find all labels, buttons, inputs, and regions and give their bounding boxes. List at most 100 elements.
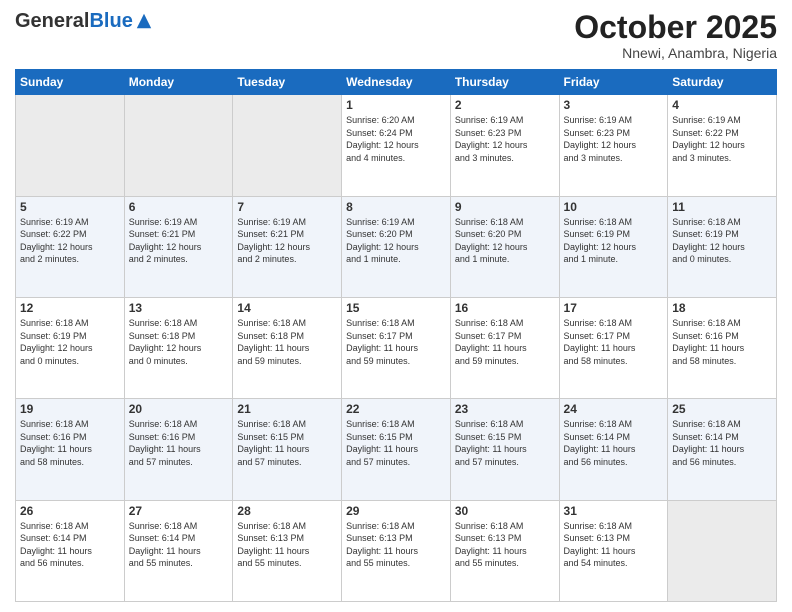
day-info: Sunrise: 6:18 AM Sunset: 6:20 PM Dayligh…	[455, 216, 555, 266]
table-row: 29Sunrise: 6:18 AM Sunset: 6:13 PM Dayli…	[342, 500, 451, 601]
day-number: 24	[564, 402, 664, 416]
day-number: 28	[237, 504, 337, 518]
day-info: Sunrise: 6:18 AM Sunset: 6:16 PM Dayligh…	[20, 418, 120, 468]
table-row	[668, 500, 777, 601]
day-info: Sunrise: 6:18 AM Sunset: 6:16 PM Dayligh…	[672, 317, 772, 367]
day-info: Sunrise: 6:18 AM Sunset: 6:14 PM Dayligh…	[20, 520, 120, 570]
day-number: 1	[346, 98, 446, 112]
col-sunday: Sunday	[16, 70, 125, 95]
logo-general-text: General	[15, 10, 89, 32]
day-info: Sunrise: 6:18 AM Sunset: 6:15 PM Dayligh…	[346, 418, 446, 468]
day-number: 15	[346, 301, 446, 315]
table-row: 1 Sunrise: 6:20 AM Sunset: 6:24 PM Daylig…	[342, 95, 451, 196]
day-info: Sunrise: 6:18 AM Sunset: 6:15 PM Dayligh…	[237, 418, 337, 468]
day-info: Sunrise: 6:18 AM Sunset: 6:15 PM Dayligh…	[455, 418, 555, 468]
table-row: 7 Sunrise: 6:19 AM Sunset: 6:21 PM Daylig…	[233, 196, 342, 297]
day-info: Sunrise: 6:18 AM Sunset: 6:19 PM Dayligh…	[672, 216, 772, 266]
day-info: Sunrise: 6:18 AM Sunset: 6:13 PM Dayligh…	[346, 520, 446, 570]
day-info: Sunrise: 6:20 AM Sunset: 6:24 PM Dayligh…	[346, 114, 446, 164]
table-row: 30Sunrise: 6:18 AM Sunset: 6:13 PM Dayli…	[450, 500, 559, 601]
calendar-week-row: 1 Sunrise: 6:20 AM Sunset: 6:24 PM Daylig…	[16, 95, 777, 196]
day-info: Sunrise: 6:18 AM Sunset: 6:14 PM Dayligh…	[672, 418, 772, 468]
col-thursday: Thursday	[450, 70, 559, 95]
table-row: 19 Sunrise: 6:18 AM Sunset: 6:16 PM Dayli…	[16, 399, 125, 500]
logo-icon	[135, 12, 153, 30]
day-info: Sunrise: 6:18 AM Sunset: 6:19 PM Dayligh…	[564, 216, 664, 266]
col-tuesday: Tuesday	[233, 70, 342, 95]
day-info: Sunrise: 6:18 AM Sunset: 6:17 PM Dayligh…	[564, 317, 664, 367]
table-row: 28 Sunrise: 6:18 AM Sunset: 6:13 PM Dayli…	[233, 500, 342, 601]
table-row	[233, 95, 342, 196]
page-title: October 2025	[574, 10, 777, 45]
day-info: Sunrise: 6:19 AM Sunset: 6:22 PM Dayligh…	[672, 114, 772, 164]
title-block: October 2025 Nnewi, Anambra, Nigeria	[574, 10, 777, 61]
table-row: 6 Sunrise: 6:19 AM Sunset: 6:21 PM Daylig…	[124, 196, 233, 297]
day-number: 20	[129, 402, 229, 416]
calendar-week-row: 12 Sunrise: 6:18 AM Sunset: 6:19 PM Dayli…	[16, 297, 777, 398]
table-row: 3Sunrise: 6:19 AM Sunset: 6:23 PM Daylig…	[559, 95, 668, 196]
day-number: 18	[672, 301, 772, 315]
table-row: 24 Sunrise: 6:18 AM Sunset: 6:14 PM Dayli…	[559, 399, 668, 500]
day-number: 22	[346, 402, 446, 416]
table-row: 2Sunrise: 6:19 AM Sunset: 6:23 PM Daylig…	[450, 95, 559, 196]
day-number: 7	[237, 200, 337, 214]
day-number: 17	[564, 301, 664, 315]
table-row: 8 Sunrise: 6:19 AM Sunset: 6:20 PM Daylig…	[342, 196, 451, 297]
day-number: 11	[672, 200, 772, 214]
table-row: 12 Sunrise: 6:18 AM Sunset: 6:19 PM Dayli…	[16, 297, 125, 398]
day-number: 19	[20, 402, 120, 416]
day-number: 3	[564, 98, 664, 112]
day-info: Sunrise: 6:18 AM Sunset: 6:18 PM Dayligh…	[129, 317, 229, 367]
day-number: 26	[20, 504, 120, 518]
day-number: 21	[237, 402, 337, 416]
table-row	[16, 95, 125, 196]
table-row: 21 Sunrise: 6:18 AM Sunset: 6:15 PM Dayli…	[233, 399, 342, 500]
day-number: 6	[129, 200, 229, 214]
day-info: Sunrise: 6:18 AM Sunset: 6:14 PM Dayligh…	[564, 418, 664, 468]
day-number: 10	[564, 200, 664, 214]
col-wednesday: Wednesday	[342, 70, 451, 95]
logo-blue-text: Blue	[89, 10, 132, 32]
day-info: Sunrise: 6:18 AM Sunset: 6:16 PM Dayligh…	[129, 418, 229, 468]
table-row: 11 Sunrise: 6:18 AM Sunset: 6:19 PM Dayli…	[668, 196, 777, 297]
table-row: 17 Sunrise: 6:18 AM Sunset: 6:17 PM Dayli…	[559, 297, 668, 398]
calendar-week-row: 26 Sunrise: 6:18 AM Sunset: 6:14 PM Dayli…	[16, 500, 777, 601]
col-saturday: Saturday	[668, 70, 777, 95]
day-info: Sunrise: 6:18 AM Sunset: 6:19 PM Dayligh…	[20, 317, 120, 367]
table-row: 9Sunrise: 6:18 AM Sunset: 6:20 PM Daylig…	[450, 196, 559, 297]
day-info: Sunrise: 6:18 AM Sunset: 6:13 PM Dayligh…	[237, 520, 337, 570]
day-number: 16	[455, 301, 555, 315]
day-info: Sunrise: 6:19 AM Sunset: 6:20 PM Dayligh…	[346, 216, 446, 266]
day-number: 30	[455, 504, 555, 518]
table-row: 26 Sunrise: 6:18 AM Sunset: 6:14 PM Dayli…	[16, 500, 125, 601]
col-friday: Friday	[559, 70, 668, 95]
day-number: 25	[672, 402, 772, 416]
col-monday: Monday	[124, 70, 233, 95]
table-row: 13 Sunrise: 6:18 AM Sunset: 6:18 PM Dayli…	[124, 297, 233, 398]
day-info: Sunrise: 6:19 AM Sunset: 6:22 PM Dayligh…	[20, 216, 120, 266]
day-info: Sunrise: 6:18 AM Sunset: 6:17 PM Dayligh…	[346, 317, 446, 367]
day-number: 4	[672, 98, 772, 112]
day-info: Sunrise: 6:18 AM Sunset: 6:14 PM Dayligh…	[129, 520, 229, 570]
day-number: 8	[346, 200, 446, 214]
table-row: 20 Sunrise: 6:18 AM Sunset: 6:16 PM Dayli…	[124, 399, 233, 500]
table-row: 18 Sunrise: 6:18 AM Sunset: 6:16 PM Dayli…	[668, 297, 777, 398]
day-number: 14	[237, 301, 337, 315]
logo: GeneralBlue	[15, 10, 153, 32]
day-number: 13	[129, 301, 229, 315]
day-number: 5	[20, 200, 120, 214]
table-row: 10 Sunrise: 6:18 AM Sunset: 6:19 PM Dayli…	[559, 196, 668, 297]
table-row: 16Sunrise: 6:18 AM Sunset: 6:17 PM Dayli…	[450, 297, 559, 398]
day-info: Sunrise: 6:19 AM Sunset: 6:21 PM Dayligh…	[129, 216, 229, 266]
day-info: Sunrise: 6:19 AM Sunset: 6:21 PM Dayligh…	[237, 216, 337, 266]
calendar-header-row: Sunday Monday Tuesday Wednesday Thursday…	[16, 70, 777, 95]
table-row: 5 Sunrise: 6:19 AM Sunset: 6:22 PM Daylig…	[16, 196, 125, 297]
table-row: 22 Sunrise: 6:18 AM Sunset: 6:15 PM Dayli…	[342, 399, 451, 500]
day-info: Sunrise: 6:18 AM Sunset: 6:18 PM Dayligh…	[237, 317, 337, 367]
day-info: Sunrise: 6:18 AM Sunset: 6:13 PM Dayligh…	[564, 520, 664, 570]
day-number: 12	[20, 301, 120, 315]
day-number: 2	[455, 98, 555, 112]
day-number: 27	[129, 504, 229, 518]
header: GeneralBlue October 2025 Nnewi, Anambra,…	[15, 10, 777, 61]
page-subtitle: Nnewi, Anambra, Nigeria	[574, 45, 777, 61]
